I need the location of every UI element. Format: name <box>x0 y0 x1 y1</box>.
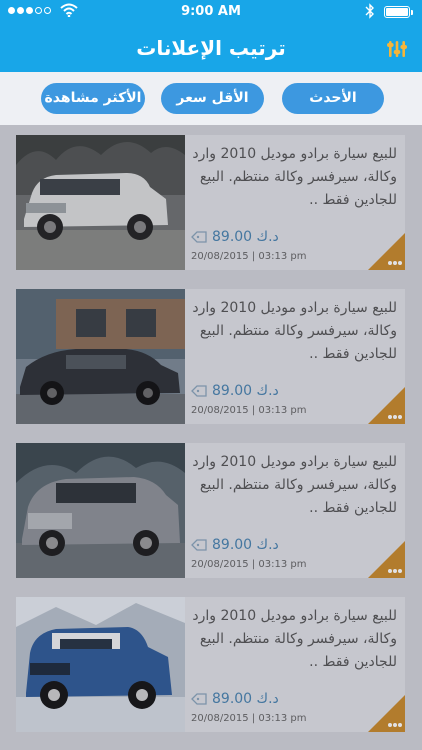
more-options-icon[interactable] <box>368 233 405 270</box>
listing-photo <box>16 597 185 732</box>
price-row: 89.00 د.ك <box>191 535 301 557</box>
listing-photo <box>16 289 185 424</box>
price-row: 89.00 د.ك <box>191 689 301 711</box>
listing-price: 89.00 د.ك <box>212 229 279 245</box>
sort-newest-button[interactable]: الأحدث <box>282 83 384 114</box>
app-header: 9:00 AM ترتيب الإعلانات <box>0 0 422 72</box>
more-options-icon[interactable] <box>368 541 405 578</box>
status-bar: 9:00 AM <box>0 0 422 24</box>
battery-level <box>386 8 408 16</box>
listing-price: 89.00 د.ك <box>212 537 279 553</box>
filter-sliders-icon[interactable] <box>386 37 408 59</box>
price-row: 89.00 د.ك <box>191 227 301 249</box>
battery-icon <box>384 6 413 18</box>
sort-most-viewed-button[interactable]: الأكثر مشاهدة <box>41 83 145 114</box>
price-tag-icon <box>191 539 207 551</box>
listing-price: 89.00 د.ك <box>212 691 279 707</box>
more-options-icon[interactable] <box>368 695 405 732</box>
price-row: 89.00 د.ك <box>191 381 301 403</box>
listing-card[interactable]: للبيع سيارة برادو موديل 2010 وارد وكالة،… <box>16 289 405 424</box>
listing-card[interactable]: للبيع سيارة برادو موديل 2010 وارد وكالة،… <box>16 443 405 578</box>
listing-description: للبيع سيارة برادو موديل 2010 وارد وكالة،… <box>192 608 397 670</box>
listing-photo <box>16 135 185 270</box>
listing-photo <box>16 443 185 578</box>
status-time: 9:00 AM <box>181 4 241 19</box>
listing-date: 20/08/2015 | 03:13 pm <box>191 559 307 570</box>
listing-description: للبيع سيارة برادو موديل 2010 وارد وكالة،… <box>192 146 397 208</box>
listing-description: للبيع سيارة برادو موديل 2010 وارد وكالة،… <box>192 454 397 516</box>
listing-date: 20/08/2015 | 03:13 pm <box>191 713 307 724</box>
sort-bar: الأحدث الأقل سعر الأكثر مشاهدة <box>0 72 422 125</box>
listing-card[interactable]: للبيع سيارة برادو موديل 2010 وارد وكالة،… <box>16 135 405 270</box>
price-tag-icon <box>191 693 207 705</box>
listing-price: 89.00 د.ك <box>212 383 279 399</box>
listing-description: للبيع سيارة برادو موديل 2010 وارد وكالة،… <box>192 300 397 362</box>
listing-date: 20/08/2015 | 03:13 pm <box>191 251 307 262</box>
listing-card[interactable]: للبيع سيارة برادو موديل 2010 وارد وكالة،… <box>16 597 405 732</box>
more-options-icon[interactable] <box>368 387 405 424</box>
price-tag-icon <box>191 231 207 243</box>
page-title: ترتيب الإعلانات <box>136 36 286 60</box>
bluetooth-icon <box>365 3 374 19</box>
listing-date: 20/08/2015 | 03:13 pm <box>191 405 307 416</box>
sort-lowest-price-button[interactable]: الأقل سعر <box>161 83 264 114</box>
price-tag-icon <box>191 385 207 397</box>
listings-list: للبيع سيارة برادو موديل 2010 وارد وكالة،… <box>0 125 422 750</box>
